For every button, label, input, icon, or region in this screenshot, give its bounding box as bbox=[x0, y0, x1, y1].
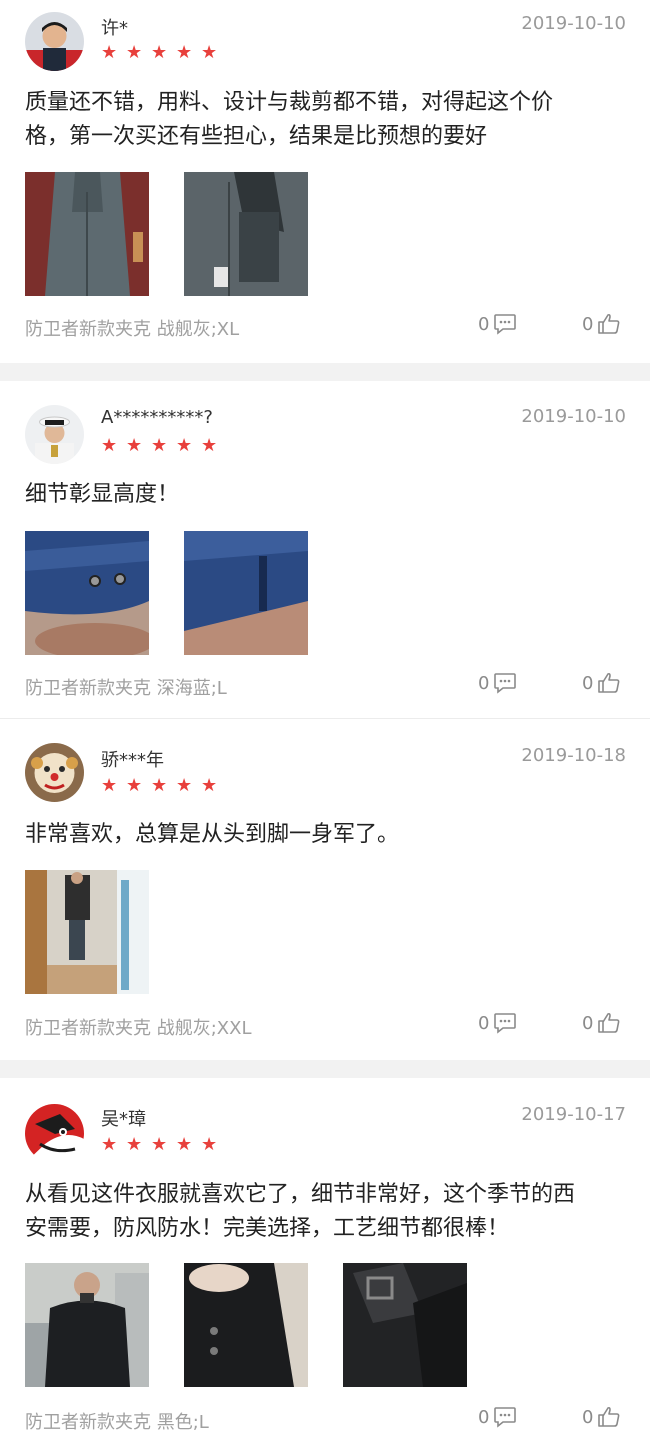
comment-count: 0 bbox=[478, 1012, 490, 1034]
review-card: A**********? 2019-10-10 ★ ★ ★ ★ ★ 细节彰显高度… bbox=[0, 381, 650, 718]
thumbs-up-icon bbox=[598, 313, 620, 334]
star-icon: ★ bbox=[101, 1134, 118, 1155]
review-photo[interactable] bbox=[25, 531, 149, 655]
review-text-line: 安需要，防风防水！完美选择，工艺细节都很棒！ bbox=[25, 1216, 510, 1241]
review-photo[interactable] bbox=[184, 531, 308, 655]
comment-count: 0 bbox=[478, 1406, 490, 1428]
review-text: 细节彰显高度！ bbox=[25, 478, 610, 512]
review-card: 骄***年 2019-10-18 ★ ★ ★ ★ ★ 非常喜欢，总算是从头到脚一… bbox=[0, 719, 650, 1060]
review-text-line: 格，第一次买还有些担心，结果是比预想的要好 bbox=[25, 124, 488, 149]
like-button[interactable]: 0 bbox=[582, 1406, 621, 1428]
review-text-line: 从看见这件衣服就喜欢它了，细节非常好，这个季节的西 bbox=[25, 1182, 576, 1207]
review-photo[interactable] bbox=[343, 1263, 467, 1387]
review-photos bbox=[25, 870, 149, 994]
review-date: 2019-10-10 bbox=[521, 406, 626, 427]
thumbs-up-icon bbox=[598, 1012, 620, 1033]
username: 许* bbox=[101, 18, 128, 39]
star-icon: ★ bbox=[101, 435, 118, 456]
star-rating: ★ ★ ★ ★ ★ bbox=[101, 437, 219, 455]
star-rating: ★ ★ ★ ★ ★ bbox=[101, 44, 219, 62]
avatar[interactable] bbox=[25, 12, 84, 71]
like-button[interactable]: 0 bbox=[582, 1012, 621, 1034]
star-icon: ★ bbox=[151, 435, 168, 456]
like-count: 0 bbox=[582, 672, 594, 694]
review-date: 2019-10-17 bbox=[521, 1104, 626, 1125]
comment-bubble-icon bbox=[494, 1013, 517, 1034]
section-separator bbox=[0, 363, 650, 381]
review-photos bbox=[25, 172, 308, 296]
star-icon: ★ bbox=[201, 775, 218, 796]
review-photo[interactable] bbox=[25, 1263, 149, 1387]
product-spec: 防卫者新款夹克 战舰灰;XL bbox=[25, 319, 240, 340]
star-icon: ★ bbox=[201, 1134, 218, 1155]
comment-button[interactable]: 0 bbox=[478, 1406, 517, 1428]
product-spec: 防卫者新款夹克 战舰灰;XXL bbox=[25, 1018, 252, 1039]
review-text-line: 非常喜欢，总算是从头到脚一身军了。 bbox=[25, 822, 400, 847]
comment-count: 0 bbox=[478, 672, 490, 694]
review-photo[interactable] bbox=[184, 172, 308, 296]
avatar[interactable] bbox=[25, 1104, 84, 1163]
star-icon: ★ bbox=[201, 435, 218, 456]
section-separator bbox=[0, 1060, 650, 1078]
star-icon: ★ bbox=[176, 42, 193, 63]
product-spec: 防卫者新款夹克 黑色;L bbox=[25, 1412, 209, 1433]
avatar[interactable] bbox=[25, 405, 84, 464]
username: A**********? bbox=[101, 407, 213, 428]
review-card: 吴*璋 2019-10-17 ★ ★ ★ ★ ★ 从看见这件衣服就喜欢它了，细节… bbox=[0, 1078, 650, 1453]
star-icon: ★ bbox=[126, 435, 143, 456]
star-icon: ★ bbox=[151, 1134, 168, 1155]
like-button[interactable]: 0 bbox=[582, 313, 621, 335]
star-icon: ★ bbox=[126, 1134, 143, 1155]
review-text-line: 细节彰显高度！ bbox=[25, 482, 180, 507]
review-photo[interactable] bbox=[25, 172, 149, 296]
review-text: 非常喜欢，总算是从头到脚一身军了。 bbox=[25, 818, 610, 852]
username: 吴*璋 bbox=[101, 1109, 146, 1130]
product-spec: 防卫者新款夹克 深海蓝;L bbox=[25, 678, 227, 699]
review-date: 2019-10-18 bbox=[521, 745, 626, 766]
like-button[interactable]: 0 bbox=[582, 672, 621, 694]
review-text-line: 质量还不错，用料、设计与裁剪都不错，对得起这个价 bbox=[25, 90, 554, 115]
star-icon: ★ bbox=[176, 435, 193, 456]
star-rating: ★ ★ ★ ★ ★ bbox=[101, 1136, 219, 1154]
star-icon: ★ bbox=[176, 775, 193, 796]
review-card: 许* 2019-10-10 ★ ★ ★ ★ ★ 质量还不错，用料、设计与裁剪都不… bbox=[0, 0, 650, 363]
star-icon: ★ bbox=[176, 1134, 193, 1155]
review-text: 质量还不错，用料、设计与裁剪都不错，对得起这个价 格，第一次买还有些担心，结果是… bbox=[25, 86, 610, 154]
comment-bubble-icon bbox=[494, 673, 517, 694]
review-text: 从看见这件衣服就喜欢它了，细节非常好，这个季节的西 安需要，防风防水！完美选择，… bbox=[25, 1178, 610, 1246]
username: 骄***年 bbox=[101, 750, 164, 771]
review-photos bbox=[25, 1263, 467, 1387]
star-icon: ★ bbox=[101, 42, 118, 63]
avatar[interactable] bbox=[25, 743, 84, 802]
star-icon: ★ bbox=[101, 775, 118, 796]
comment-button[interactable]: 0 bbox=[478, 313, 517, 335]
review-photos bbox=[25, 531, 308, 655]
comment-button[interactable]: 0 bbox=[478, 1012, 517, 1034]
comment-bubble-icon bbox=[494, 314, 517, 335]
like-count: 0 bbox=[582, 313, 594, 335]
review-date: 2019-10-10 bbox=[521, 13, 626, 34]
review-photo[interactable] bbox=[25, 870, 149, 994]
like-count: 0 bbox=[582, 1012, 594, 1034]
like-count: 0 bbox=[582, 1406, 594, 1428]
star-icon: ★ bbox=[126, 775, 143, 796]
star-icon: ★ bbox=[151, 775, 168, 796]
star-icon: ★ bbox=[126, 42, 143, 63]
comment-bubble-icon bbox=[494, 1407, 517, 1428]
star-icon: ★ bbox=[201, 42, 218, 63]
star-icon: ★ bbox=[151, 42, 168, 63]
comment-button[interactable]: 0 bbox=[478, 672, 517, 694]
comment-count: 0 bbox=[478, 313, 490, 335]
star-rating: ★ ★ ★ ★ ★ bbox=[101, 777, 219, 795]
thumbs-up-icon bbox=[598, 1406, 620, 1427]
review-photo[interactable] bbox=[184, 1263, 308, 1387]
thumbs-up-icon bbox=[598, 672, 620, 693]
